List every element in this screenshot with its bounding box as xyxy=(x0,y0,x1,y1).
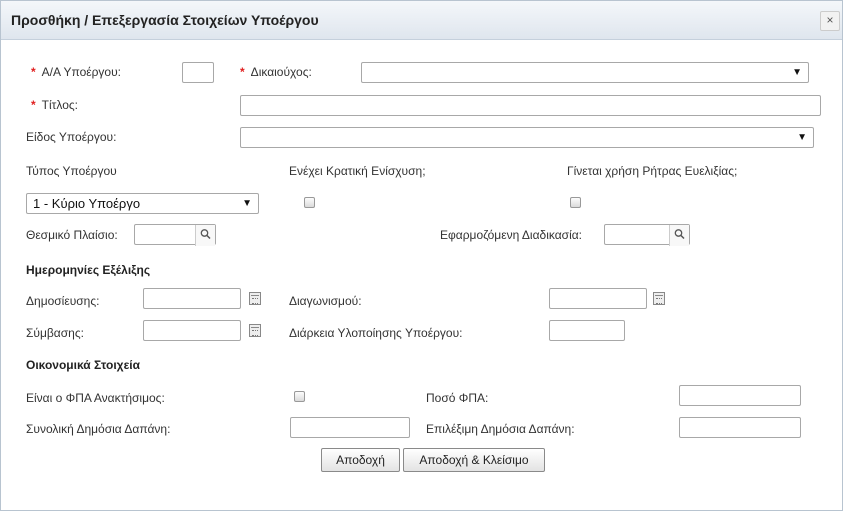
required-marker: * xyxy=(31,65,36,79)
title-input[interactable] xyxy=(240,95,821,116)
procedure-lookup-button[interactable] xyxy=(669,225,689,246)
subproject-kind-label: Είδος Υποέργου: xyxy=(26,130,117,144)
dates-heading: Ημερομηνίες Εξέλιξης xyxy=(26,263,151,277)
dropdown-arrow-icon: ▼ xyxy=(242,198,252,209)
publication-date-input[interactable] xyxy=(143,288,241,309)
vat-amount-input[interactable] xyxy=(679,385,801,406)
aa-input[interactable] xyxy=(182,62,214,83)
contract-label: Σύμβασης: xyxy=(26,326,84,340)
framework-lookup-button[interactable] xyxy=(195,225,215,246)
procedure-field xyxy=(604,224,690,246)
beneficiary-label: * Δικαιούχος: xyxy=(240,65,312,79)
search-icon xyxy=(674,229,685,240)
state-aid-label: Ενέχει Κρατική Ενίσχυση; xyxy=(289,164,426,178)
total-public-label: Συνολική Δημόσια Δαπάνη: xyxy=(26,422,171,436)
dialog-title: Προσθήκη / Επεξεργασία Στοιχείων Υποέργο… xyxy=(11,12,319,28)
framework-field xyxy=(134,224,216,246)
beneficiary-select[interactable]: ▼ xyxy=(361,62,809,83)
close-button[interactable]: × xyxy=(820,11,840,31)
aa-label: * Α/Α Υποέργου: xyxy=(31,65,122,79)
dialog-titlebar: Προσθήκη / Επεξεργασία Στοιχείων Υποέργο… xyxy=(1,1,842,40)
vat-recoverable-label: Είναι ο ΦΠΑ Ανακτήσιμος: xyxy=(26,391,165,405)
publication-label: Δημοσίευσης: xyxy=(26,294,100,308)
calendar-icon[interactable] xyxy=(249,292,261,305)
subproject-type-label: Τύπος Υποέργου xyxy=(26,164,117,178)
accept-close-button[interactable]: Αποδοχή & Κλείσιμο xyxy=(403,448,545,472)
flex-clause-checkbox[interactable] xyxy=(570,197,581,208)
subproject-type-select[interactable]: 1 - Κύριο Υποέργο ▼ xyxy=(26,193,259,214)
eligible-public-label: Επιλέξιμη Δημόσια Δαπάνη: xyxy=(426,422,575,436)
dropdown-arrow-icon: ▼ xyxy=(797,132,807,143)
framework-label: Θεσμικό Πλαίσιο: xyxy=(26,228,118,242)
required-marker: * xyxy=(31,98,36,112)
subproject-dialog: Προσθήκη / Επεξεργασία Στοιχείων Υποέργο… xyxy=(0,0,843,511)
total-public-input[interactable] xyxy=(290,417,410,438)
required-marker: * xyxy=(240,65,245,79)
tender-label: Διαγωνισμού: xyxy=(289,294,362,308)
duration-input[interactable] xyxy=(549,320,625,341)
dropdown-arrow-icon: ▼ xyxy=(792,67,802,78)
calendar-icon[interactable] xyxy=(653,292,665,305)
duration-label: Διάρκεια Υλοποίησης Υποέργου: xyxy=(289,326,463,340)
tender-date-input[interactable] xyxy=(549,288,647,309)
vat-recoverable-checkbox[interactable] xyxy=(294,391,305,402)
subproject-kind-select[interactable]: ▼ xyxy=(240,127,814,148)
title-label: * Τίτλος: xyxy=(31,98,79,112)
eligible-public-input[interactable] xyxy=(679,417,801,438)
flex-clause-label: Γίνεται χρήση Ρήτρας Ευελιξίας; xyxy=(567,164,738,178)
accept-button[interactable]: Αποδοχή xyxy=(321,448,400,472)
state-aid-checkbox[interactable] xyxy=(304,197,315,208)
contract-date-input[interactable] xyxy=(143,320,241,341)
search-icon xyxy=(200,229,211,240)
calendar-icon[interactable] xyxy=(249,324,261,337)
vat-amount-label: Ποσό ΦΠΑ: xyxy=(426,391,489,405)
procedure-label: Εφαρμοζόμενη Διαδικασία: xyxy=(440,228,583,242)
financial-heading: Οικονομικά Στοιχεία xyxy=(26,358,140,372)
